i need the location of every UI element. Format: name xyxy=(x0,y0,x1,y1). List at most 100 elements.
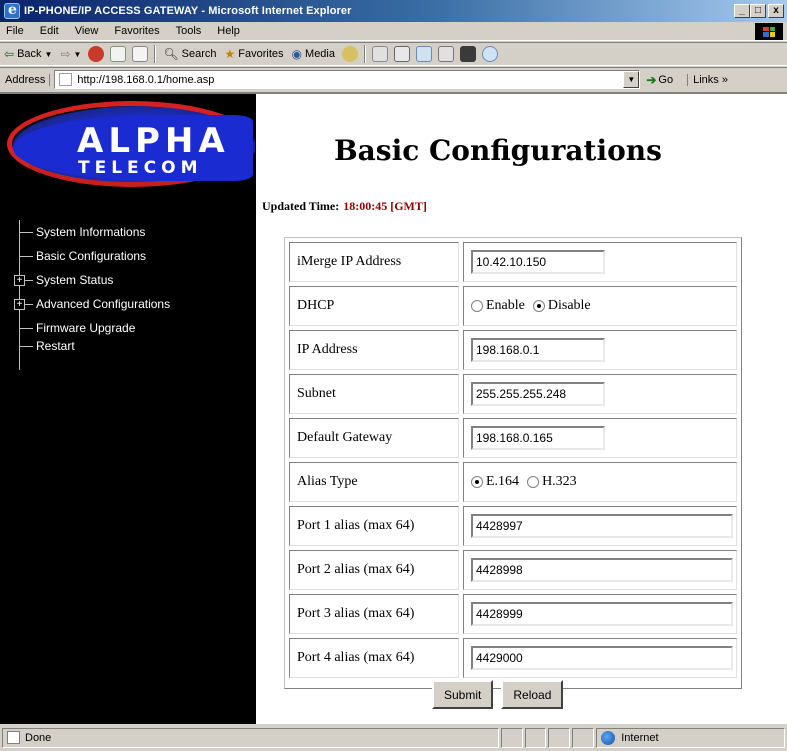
windows-logo-icon xyxy=(755,23,783,40)
research-icon[interactable] xyxy=(460,46,476,62)
alpha-telecom-logo: ALPHA TELECOM xyxy=(3,97,255,189)
status-panel xyxy=(572,727,595,748)
mail-icon[interactable] xyxy=(372,46,388,62)
nav-item-basic-configurations[interactable]: Basic Configurations xyxy=(6,244,251,268)
nav-item-advanced-configurations[interactable]: + Advanced Configurations xyxy=(6,292,251,316)
expand-icon[interactable]: + xyxy=(14,275,25,286)
table-row: Alias Type E.164 H.323 xyxy=(287,460,739,504)
favorites-icon: ★ xyxy=(224,47,236,61)
address-bar: Address http://198.168.0.1/home.asp ▼ ➔ … xyxy=(0,67,787,91)
form-buttons: Submit Reload xyxy=(432,680,564,709)
page-icon xyxy=(59,73,73,86)
chevron-down-icon: ▼ xyxy=(44,49,53,59)
zone-text: Internet xyxy=(621,731,659,744)
print-icon[interactable] xyxy=(394,46,410,62)
address-url: http://198.168.0.1/home.asp xyxy=(77,73,215,86)
ip-address-input[interactable]: 198.168.0.1 xyxy=(471,338,605,362)
menu-tools[interactable]: Tools xyxy=(168,25,210,37)
internet-globe-icon xyxy=(601,730,616,745)
links-button[interactable]: Links » xyxy=(687,73,728,86)
dhcp-enable-radio[interactable]: Enable xyxy=(471,298,525,314)
favorites-button[interactable]: ★ Favorites xyxy=(221,47,288,61)
port2-alias-input[interactable]: 4428998 xyxy=(471,558,733,582)
chevron-down-icon: ▼ xyxy=(73,49,82,59)
media-button[interactable]: ◉ Media xyxy=(288,47,339,61)
port2-alias-label: Port 2 alias (max 64) xyxy=(289,550,459,590)
reload-button[interactable]: Reload xyxy=(501,680,564,709)
subnet-label: Subnet xyxy=(289,374,459,414)
address-dropdown-button[interactable]: ▼ xyxy=(623,71,640,88)
alias-h323-radio[interactable]: H.323 xyxy=(527,474,577,490)
expand-icon[interactable]: + xyxy=(14,299,25,310)
back-button[interactable]: ⇦ Back ▼ xyxy=(0,47,56,61)
minimize-button[interactable]: _ xyxy=(734,4,750,18)
status-panel xyxy=(500,727,523,748)
dhcp-disable-radio[interactable]: Disable xyxy=(532,298,591,314)
close-button[interactable]: x xyxy=(768,4,784,18)
search-button[interactable]: 🔍︎ Search xyxy=(159,47,220,61)
table-row: Subnet 255.255.255.248 xyxy=(287,372,739,416)
nav-item-system-status[interactable]: + System Status xyxy=(6,268,251,292)
imerge-ip-input[interactable]: 10.42.10.150 xyxy=(471,250,605,274)
submit-button[interactable]: Submit xyxy=(432,680,494,709)
home-icon[interactable] xyxy=(132,46,149,62)
back-arrow-icon: ⇦ xyxy=(4,47,15,61)
window-title-bar: IP-PHONE/IP ACCESS GATEWAY - Microsoft I… xyxy=(0,0,787,22)
page-icon xyxy=(7,731,20,744)
alias-e164-radio[interactable]: E.164 xyxy=(471,474,519,490)
port4-alias-label: Port 4 alias (max 64) xyxy=(289,638,459,678)
address-input[interactable]: http://198.168.0.1/home.asp ▼ xyxy=(54,70,641,89)
radio-on-icon xyxy=(532,300,545,312)
logo-word-alpha: ALPHA xyxy=(77,121,230,161)
menu-help[interactable]: Help xyxy=(209,25,248,37)
logo-word-telecom: TELECOM xyxy=(78,158,203,178)
stop-icon[interactable] xyxy=(88,46,105,62)
subnet-input[interactable]: 255.255.255.248 xyxy=(471,382,605,406)
menu-file[interactable]: File xyxy=(0,25,32,37)
ip-address-label: IP Address xyxy=(289,330,459,370)
main-panel: Basic Configurations Updated Time: 18:00:… xyxy=(256,94,787,724)
port1-alias-input[interactable]: 4428997 xyxy=(471,514,733,538)
table-row: IP Address 198.168.0.1 xyxy=(287,328,739,372)
port1-alias-label: Port 1 alias (max 64) xyxy=(289,506,459,546)
sidebar: ALPHA TELECOM System Informations Basic … xyxy=(0,94,256,724)
menu-edit[interactable]: Edit xyxy=(32,25,67,37)
nav-item-restart[interactable]: Restart xyxy=(6,334,251,358)
toolbar: ⇦ Back ▼ ⇨ ▼ 🔍︎ Search ★ Favorites ◉ Med… xyxy=(0,42,787,66)
zone-panel: Internet xyxy=(596,727,785,748)
toolbar-separator xyxy=(154,45,157,63)
port3-alias-input[interactable]: 4428999 xyxy=(471,602,733,626)
discuss-icon[interactable] xyxy=(438,46,454,62)
messenger-icon[interactable] xyxy=(482,46,498,62)
table-row: Default Gateway 198.168.0.165 xyxy=(287,416,739,460)
window-controls: _ □ x xyxy=(734,4,784,18)
config-table: iMerge IP Address 10.42.10.150 DHCP Enab… xyxy=(284,237,742,689)
forward-button[interactable]: ⇨ ▼ xyxy=(56,47,85,61)
updated-time-label: Updated Time: xyxy=(262,199,340,213)
refresh-icon[interactable] xyxy=(110,46,127,62)
status-panel xyxy=(524,727,547,748)
menu-favorites[interactable]: Favorites xyxy=(106,25,167,37)
table-row: Port 2 alias (max 64) 4428998 xyxy=(287,548,739,592)
toolbar-separator xyxy=(364,45,366,63)
go-button[interactable]: ➔ Go xyxy=(646,73,673,87)
search-icon: 🔍︎ xyxy=(163,47,179,61)
table-row: Port 4 alias (max 64) 4429000 xyxy=(287,636,739,680)
page-title: Basic Configurations xyxy=(334,134,662,167)
radio-on-icon xyxy=(471,476,483,488)
status-text: Done xyxy=(25,731,52,744)
default-gateway-label: Default Gateway xyxy=(289,418,459,458)
port4-alias-input[interactable]: 4429000 xyxy=(471,646,733,670)
default-gateway-input[interactable]: 198.168.0.165 xyxy=(471,426,605,450)
nav-tree: System Informations Basic Configurations… xyxy=(6,220,251,370)
maximize-button[interactable]: □ xyxy=(750,4,766,18)
window-title: IP-PHONE/IP ACCESS GATEWAY - Microsoft I… xyxy=(24,5,352,17)
nav-item-system-informations[interactable]: System Informations xyxy=(6,220,251,244)
history-icon[interactable] xyxy=(342,46,358,62)
edit-icon[interactable] xyxy=(416,46,432,62)
menu-view[interactable]: View xyxy=(67,25,107,37)
media-icon: ◉ xyxy=(291,47,303,61)
status-panel xyxy=(548,727,571,748)
address-label: Address xyxy=(0,73,51,86)
browser-content: ALPHA TELECOM System Informations Basic … xyxy=(0,92,787,724)
